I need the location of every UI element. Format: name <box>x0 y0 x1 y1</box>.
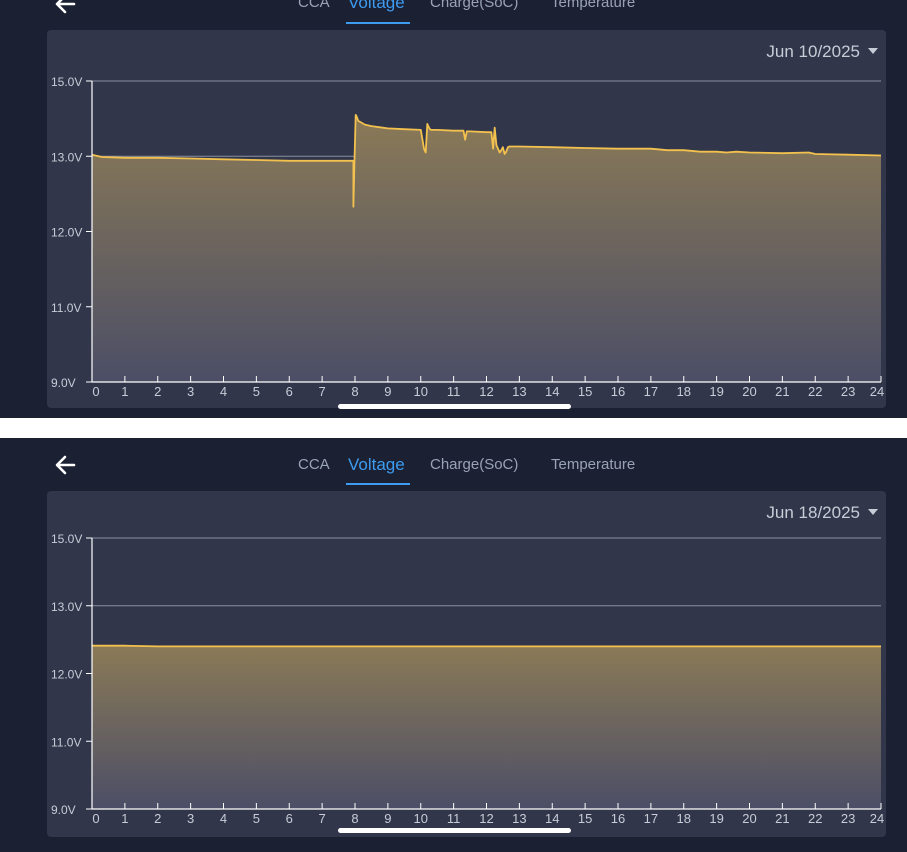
x-tick-label: 23 <box>841 384 855 399</box>
x-tick-label: 18 <box>677 811 691 826</box>
x-tick-label: 8 <box>351 811 358 826</box>
x-tick-label: 15 <box>578 811 592 826</box>
voltage-chart: 15.0V13.0V12.0V11.0V9.0V0 1 2 3 4 5 6 7 8 9 10 11 12… <box>51 532 884 826</box>
y-tick-label: 12.0V <box>51 668 82 682</box>
home-indicator[interactable] <box>338 828 571 833</box>
x-tick-label: 12 <box>479 811 493 826</box>
x-tick-label: 7 <box>319 811 326 826</box>
x-tick-label: 10 <box>414 811 428 826</box>
x-tick-label: 0 <box>92 384 99 399</box>
active-tab-indicator <box>346 22 410 24</box>
x-tick-label: 11 <box>447 384 461 399</box>
voltage-screen-bottom: CCA Voltage Charge(SoC) Temperature Jun … <box>0 438 907 852</box>
tab-voltage[interactable]: Voltage <box>348 451 405 479</box>
voltage-screen-top: CCA Voltage Charge(SoC) Temperature Jun … <box>0 0 907 418</box>
date-label: Jun 10/2025 <box>766 42 860 61</box>
tab-bar: CCA Voltage Charge(SoC) Temperature <box>0 0 907 29</box>
x-tick-label: 5 <box>253 384 260 399</box>
tab-cca[interactable]: CCA <box>298 0 330 17</box>
x-tick-label: 23 <box>841 811 855 826</box>
x-tick-label: 22 <box>808 811 822 826</box>
date-label: Jun 18/2025 <box>766 503 860 522</box>
chart-card: Jun 18/2025 15.0V 13.0V 12.0V 11.0V 9.0V 0 1 2 3… <box>47 491 886 837</box>
x-tick-label: 20 <box>742 384 756 399</box>
x-tick-label: 21 <box>775 811 789 826</box>
tab-charge-soc[interactable]: Charge(SoC) <box>430 0 518 17</box>
x-tick-label: 6 <box>286 811 293 826</box>
voltage-area-fill <box>92 645 881 809</box>
x-tick-label: 0 <box>92 811 99 826</box>
tab-temperature[interactable]: Temperature <box>551 0 635 17</box>
y-tick-label: 11.0V <box>51 301 81 315</box>
x-tick-label: 19 <box>709 811 723 826</box>
y-tick-label: 15.0V <box>51 75 82 89</box>
x-tick-label: 1 <box>121 384 128 399</box>
x-tick-label: 12 <box>479 384 493 399</box>
voltage-chart: 15.0V13.0V12.0V11.0V9.0V0 1 2 3 4 5 6 7 8 9 10 11 12… <box>51 75 884 399</box>
x-tick-label: 19 <box>709 384 723 399</box>
x-tick-label: 6 <box>286 384 293 399</box>
x-tick-label: 14 <box>545 384 559 399</box>
date-dropdown[interactable]: Jun 18/2025 <box>766 501 878 525</box>
tab-temperature[interactable]: Temperature <box>551 451 635 479</box>
x-tick-label: 21 <box>775 384 789 399</box>
x-tick-label: 3 <box>187 811 194 826</box>
y-tick-label: 11.0V <box>51 735 81 749</box>
x-tick-label: 10 <box>414 384 428 399</box>
x-tick-label: 13 <box>512 811 526 826</box>
x-tick-label: 17 <box>644 384 658 399</box>
x-tick-label: 2 <box>154 384 161 399</box>
x-tick-label: 7 <box>319 384 326 399</box>
x-tick-label: 13 <box>512 384 526 399</box>
x-tick-label: 22 <box>808 384 822 399</box>
x-tick-label: 17 <box>644 811 658 826</box>
x-tick-label: 16 <box>611 384 625 399</box>
y-tick-label: 13.0V <box>51 600 82 614</box>
x-tick-label: 2 <box>154 811 161 826</box>
y-tick-label: 13.0V <box>51 150 82 164</box>
voltage-area-fill <box>92 114 881 383</box>
x-tick-label: 20 <box>742 811 756 826</box>
x-tick-label: 8 <box>351 384 358 399</box>
x-tick-label: 4 <box>220 811 227 826</box>
tab-charge-soc[interactable]: Charge(SoC) <box>430 451 518 479</box>
x-tick-label: 16 <box>611 811 625 826</box>
x-tick-label: 18 <box>677 384 691 399</box>
active-tab-indicator <box>346 483 410 485</box>
x-tick-label: 1 <box>121 811 128 826</box>
x-tick-label: 9 <box>384 811 391 826</box>
voltage-series-line <box>92 644 881 648</box>
date-dropdown[interactable]: Jun 10/2025 <box>766 40 878 64</box>
caret-down-icon <box>868 47 878 54</box>
y-tick-label: 9.0V <box>51 803 76 817</box>
y-tick-label: 15.0V <box>51 532 82 546</box>
x-tick-label: 15 <box>578 384 592 399</box>
y-tick-label: 9.0V <box>51 376 76 390</box>
tab-cca[interactable]: CCA <box>298 451 330 479</box>
x-tick-label: 14 <box>545 811 559 826</box>
chart-card: Jun 10/2025 15.0V 13.0V 12.0V 11.0V 9.0V 0 1 2 3… <box>47 30 886 408</box>
x-tick-label: 9 <box>384 384 391 399</box>
x-tick-label: 24 <box>870 384 884 399</box>
x-tick-label: 11 <box>447 811 461 826</box>
x-tick-label: 24 <box>870 811 884 826</box>
x-tick-label: 5 <box>253 811 260 826</box>
caret-down-icon <box>868 508 878 515</box>
x-tick-label: 4 <box>220 384 227 399</box>
x-tick-label: 3 <box>187 384 194 399</box>
home-indicator[interactable] <box>338 404 571 409</box>
y-tick-label: 12.0V <box>51 226 82 240</box>
tab-bar: CCA Voltage Charge(SoC) Temperature <box>0 451 907 491</box>
tab-voltage[interactable]: Voltage <box>348 0 405 17</box>
